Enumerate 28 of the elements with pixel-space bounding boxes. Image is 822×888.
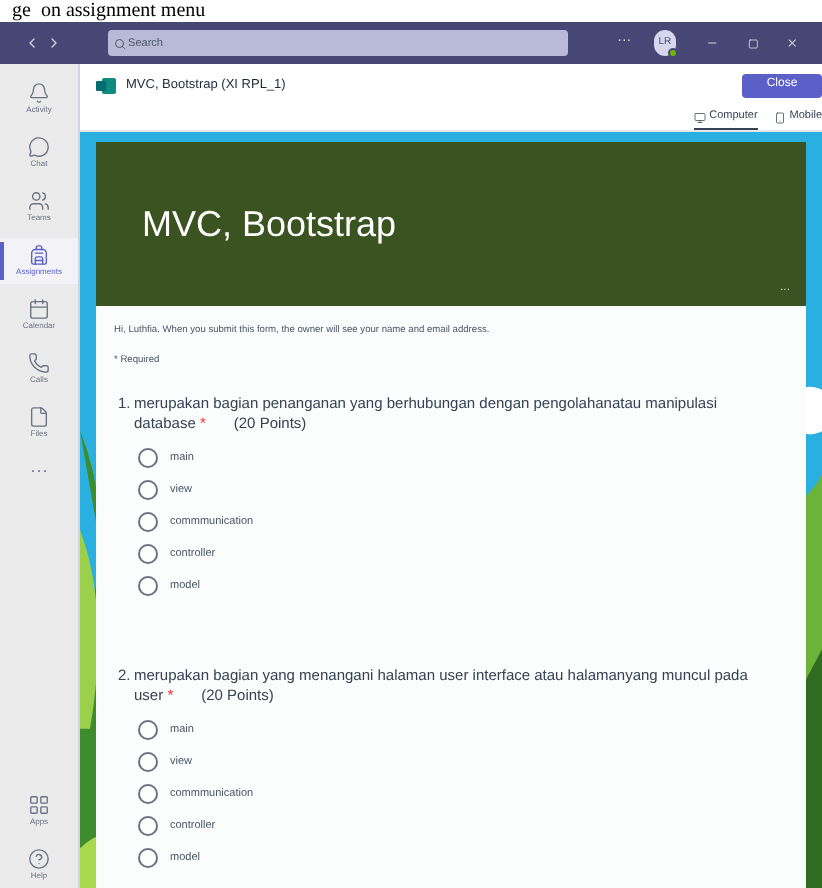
calendar-icon: [28, 298, 50, 320]
radio-button[interactable]: [138, 576, 158, 596]
search-icon: [114, 37, 127, 49]
phone-icon: [28, 352, 50, 374]
grid-icon: [28, 794, 50, 816]
radio-button[interactable]: [138, 480, 158, 500]
people-icon: [28, 190, 50, 212]
forms-icon: [96, 77, 116, 93]
radio-button[interactable]: [138, 720, 158, 740]
radio-button[interactable]: [138, 816, 158, 836]
radio-button[interactable]: [138, 512, 158, 532]
bell-icon: [28, 82, 50, 104]
phone-icon: [773, 111, 786, 123]
maximize-icon[interactable]: [748, 37, 760, 49]
radio-button[interactable]: [138, 544, 158, 564]
backpack-icon: [28, 244, 50, 266]
minimize-icon[interactable]: [706, 36, 719, 50]
chat-icon: [28, 136, 50, 158]
help-icon: [28, 848, 50, 870]
file-icon: [28, 406, 50, 428]
more-button[interactable]: ···: [30, 454, 48, 488]
radio-button[interactable]: [138, 784, 158, 804]
radio-button[interactable]: [138, 448, 158, 468]
radio-button[interactable]: [138, 848, 158, 868]
radio-button[interactable]: [138, 752, 158, 772]
monitor-icon: [693, 111, 706, 123]
document-caption: ge on assignment menu: [12, 0, 206, 22]
close-icon[interactable]: [785, 36, 799, 50]
